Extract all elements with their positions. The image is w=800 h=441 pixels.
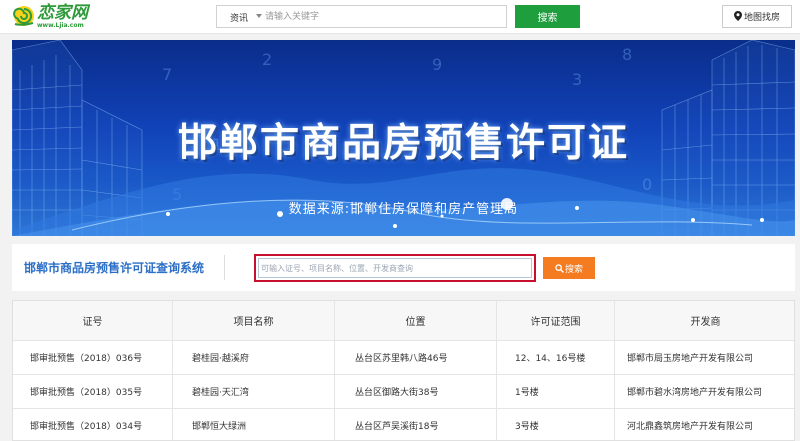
table-row[interactable]: 邯审批预售（2018）036号 碧桂园·越溪府 丛台区苏里韩八路46号 12、1… — [13, 341, 794, 375]
developer-cell: 邯郸市局玉房地产开发有限公司 — [627, 354, 754, 364]
banner-subtitle: 数据来源:邯郸住房保障和房产管理局 — [288, 202, 519, 217]
column-header: 位置 — [335, 301, 497, 340]
top-header: 恋家网 www.Ljia.com 资讯 搜索 地图找房 — [0, 0, 800, 34]
query-system-bar: 邯郸市商品房预售许可证查询系统 搜索 — [12, 244, 795, 291]
location-cell: 丛台区芦吴溪街18号 — [335, 409, 497, 440]
column-header: 开发商 — [690, 317, 721, 328]
license-table: 证号 项目名称 位置 许可证范围 开发商 邯审批预售（2018）036号 碧桂园… — [12, 300, 795, 441]
column-header: 项目名称 — [173, 301, 335, 340]
developer-cell: 邯郸市碧水湾房地产开发有限公司 — [627, 388, 763, 398]
table-row[interactable]: 邯审批预售（2018）035号 碧桂园·天汇湾 丛台区御路大街38号 1号楼 邯… — [13, 375, 794, 409]
license-scope-cell: 12、14、16号楼 — [497, 341, 615, 374]
query-input-highlight — [254, 254, 536, 282]
banner-title: 邯郸市商品房预售许可证 — [177, 121, 629, 166]
header-search-input[interactable] — [265, 8, 500, 25]
site-logo[interactable]: 恋家网 www.Ljia.com — [12, 3, 102, 31]
map-search-label: 地图找房 — [743, 13, 780, 23]
license-number-cell[interactable]: 邯审批预售（2018）034号 — [13, 409, 173, 440]
svg-text:2: 2 — [262, 50, 272, 69]
header-search-button[interactable]: 搜索 — [515, 5, 580, 28]
column-header: 许可证范围 — [497, 301, 615, 340]
snail-logo-icon — [13, 6, 34, 26]
license-search-input[interactable] — [258, 258, 532, 278]
location-cell: 丛台区苏里韩八路46号 — [335, 341, 497, 374]
svg-text:9: 9 — [432, 55, 442, 74]
chevron-down-icon[interactable] — [256, 14, 262, 18]
search-category-select[interactable]: 资讯 — [230, 11, 248, 24]
license-number-cell[interactable]: 邯审批预售（2018）036号 — [13, 341, 173, 374]
developer-cell: 河北鼎鑫筑房地产开发有限公司 — [627, 422, 754, 432]
svg-text:3: 3 — [572, 70, 582, 89]
license-search-label: 搜索 — [564, 264, 583, 275]
query-divider — [224, 255, 225, 280]
project-name-cell[interactable]: 碧桂园·越溪府 — [173, 341, 335, 374]
license-scope-cell: 3号楼 — [497, 409, 615, 440]
project-name-cell[interactable]: 邯郸恒大绿洲 — [173, 409, 335, 440]
map-search-button[interactable]: 地图找房 — [722, 5, 792, 28]
table-header-row: 证号 项目名称 位置 许可证范围 开发商 — [13, 301, 794, 341]
license-number-cell[interactable]: 邯审批预售（2018）035号 — [13, 375, 173, 408]
logo-text: 恋家网 — [37, 3, 88, 23]
hero-banner: 729 385 01 邯郸市商品房预售许可证 数据来源:邯郸住房保障和房产管理局 — [12, 40, 795, 236]
svg-text:0: 0 — [642, 175, 652, 194]
header-search-bar: 资讯 — [216, 5, 507, 28]
license-scope-cell: 1号楼 — [497, 375, 615, 408]
query-system-title: 邯郸市商品房预售许可证查询系统 — [24, 261, 205, 275]
table-row[interactable]: 邯审批预售（2018）034号 邯郸恒大绿洲 丛台区芦吴溪街18号 3号楼 河北… — [13, 409, 794, 440]
svg-text:7: 7 — [162, 65, 172, 84]
svg-text:8: 8 — [622, 45, 632, 64]
project-name-cell[interactable]: 碧桂园·天汇湾 — [173, 375, 335, 408]
location-cell: 丛台区御路大街38号 — [335, 375, 497, 408]
logo-url: www.Ljia.com — [37, 22, 84, 29]
search-icon — [555, 263, 564, 273]
column-header: 证号 — [13, 301, 173, 340]
location-pin-icon — [733, 11, 742, 21]
license-search-button[interactable]: 搜索 — [543, 257, 595, 279]
